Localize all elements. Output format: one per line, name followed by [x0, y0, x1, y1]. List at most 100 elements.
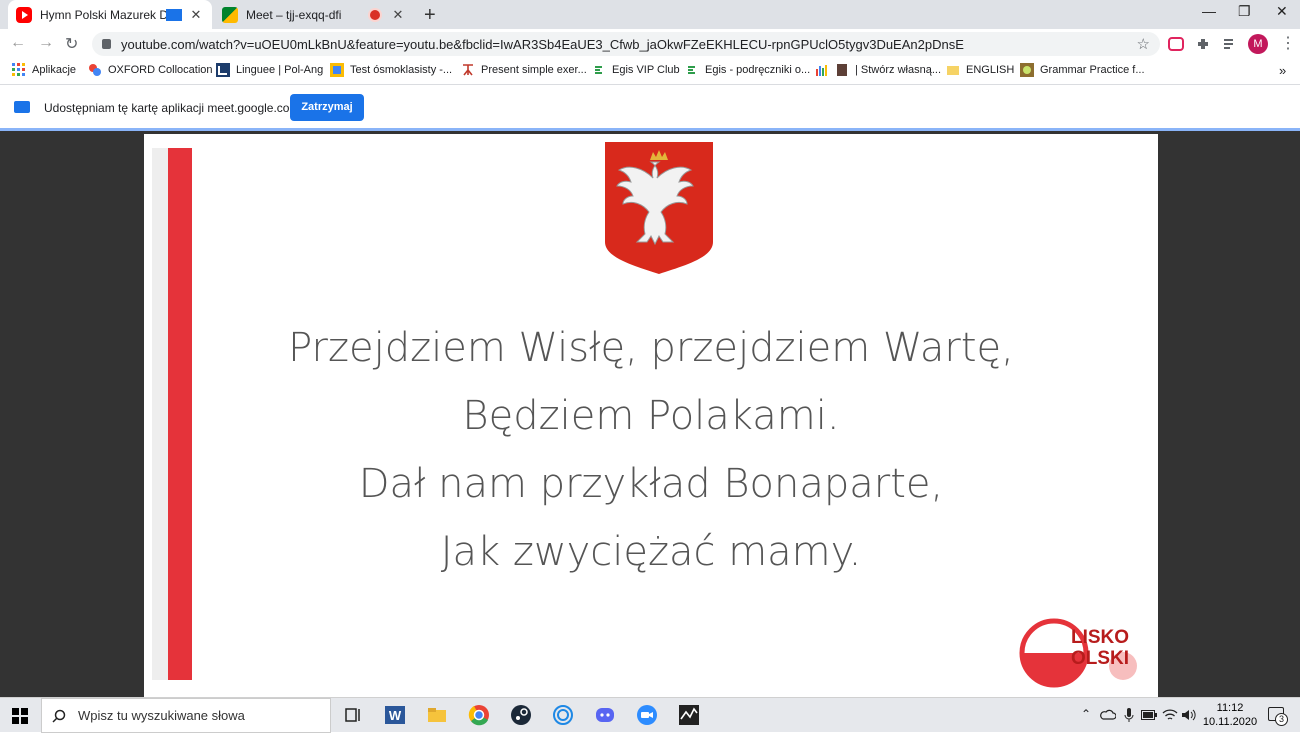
show-hidden-icons-icon[interactable]: ⌃ [1081, 707, 1091, 721]
file-explorer-icon[interactable] [426, 704, 448, 726]
forward-icon[interactable]: → [38, 34, 54, 52]
egis-icon [688, 66, 695, 74]
bookmark-egis-vip[interactable]: Egis VIP Club [592, 63, 680, 77]
minimize-button[interactable]: — [1202, 3, 1216, 19]
zoom-icon[interactable] [636, 704, 658, 726]
lyrics-text: Przejdziem Wisłę, przejdziem Wartę, Będz… [144, 314, 1158, 586]
bookmark-label: Present simple exer... [481, 64, 587, 76]
app-spiral-icon[interactable] [552, 704, 574, 726]
windows-taskbar: Wpisz tu wyszukiwane słowa W ⌃ 11:12 10.… [0, 697, 1300, 733]
stop-sharing-button[interactable]: Zatrzymaj [290, 94, 364, 121]
close-tab-icon[interactable]: ✕ [188, 7, 204, 23]
clock-date: 10.11.2020 [1202, 716, 1258, 728]
search-icon [52, 709, 66, 723]
polish-eagle-emblem-icon [605, 142, 713, 274]
egis-icon [595, 66, 602, 74]
bookmark-label: Aplikacje [32, 64, 77, 76]
notification-count-badge: 3 [1275, 713, 1288, 726]
chrome-icon[interactable] [468, 704, 490, 726]
lyrics-line: Dał nam przykład Bonaparte, [358, 461, 944, 507]
bookmark-star-icon[interactable]: ☆ [1137, 35, 1150, 53]
task-view-icon[interactable] [342, 704, 364, 726]
system-clock[interactable]: 11:12 10.11.2020 [1200, 701, 1260, 729]
back-icon[interactable]: ← [10, 34, 26, 52]
chart-icon [816, 65, 827, 76]
bookmark-linguee[interactable]: Linguee | Pol-Ang [216, 63, 323, 77]
lyrics-line: Jak zwyciężać mamy. [440, 529, 862, 575]
tab-title: Hymn Polski Mazurek Dąbro [40, 7, 166, 22]
bookmark-egis-podreczniki[interactable]: Egis - podręczniki o... [685, 63, 810, 77]
test-icon [330, 63, 344, 77]
taskbar-search-box[interactable]: Wpisz tu wyszukiwane słowa [41, 698, 331, 733]
lyrics-slide: Przejdziem Wisłę, przejdziem Wartę, Będz… [144, 134, 1158, 697]
browser-toolbar: ← → ↻ youtube.com/watch?v=uOEU0mLkBnU&fe… [0, 29, 1300, 59]
google-meet-icon [222, 6, 238, 23]
tab-youtube[interactable]: Hymn Polski Mazurek Dąbro ✕ [8, 0, 212, 29]
folder-icon [947, 66, 959, 75]
bookmarks-overflow-button[interactable]: » [1279, 63, 1286, 78]
video-area[interactable]: Przejdziem Wisłę, przejdziem Wartę, Będz… [0, 128, 1300, 697]
bookmark-test[interactable]: Test ósmoklasisty -... [330, 63, 452, 77]
onedrive-icon[interactable] [1100, 709, 1116, 721]
bookmark-english[interactable]: ENGLISH [946, 63, 1014, 77]
reload-icon[interactable]: ↻ [65, 34, 78, 54]
bookmark-grammar[interactable]: Grammar Practice f... [1020, 63, 1145, 77]
url-text: youtube.com/watch?v=uOEU0mLkBnU&feature=… [121, 36, 964, 52]
svg-text:W: W [389, 708, 402, 723]
wifi-icon[interactable] [1162, 708, 1178, 722]
volume-icon[interactable] [1181, 708, 1197, 722]
oxford-icon [89, 64, 101, 76]
battery-icon[interactable] [1141, 710, 1157, 720]
bookmark-label: Grammar Practice f... [1040, 64, 1145, 76]
clock-time: 11:12 [1216, 702, 1244, 714]
grammar-icon [1020, 63, 1034, 77]
bookmark-present-simple[interactable]: Present simple exer... [461, 63, 587, 77]
word-icon[interactable]: W [384, 704, 406, 726]
blisko-polski-logo: LISKO OLSKI [1019, 618, 1149, 688]
profile-avatar[interactable]: M [1248, 34, 1268, 54]
bookmarks-bar: Aplikacje OXFORD Collocation Linguee | P… [0, 59, 1300, 85]
bookmark-label: Test ósmoklasisty -... [350, 64, 453, 76]
logo-text-bottom: OLSKI [1071, 648, 1130, 669]
steam-icon[interactable] [510, 704, 532, 726]
tab-sharing-bar: Udostępniam tę kartę aplikacji meet.goog… [0, 86, 1300, 128]
discord-icon[interactable] [594, 704, 616, 726]
bookmark-label: Egis - podręczniki o... [705, 64, 811, 76]
bookmark-oxford[interactable]: OXFORD Collocation [88, 63, 213, 77]
lyrics-line: Przejdziem Wisłę, przejdziem Wartę, [288, 325, 1014, 371]
extensions-icon[interactable] [1195, 36, 1211, 52]
tab-meet[interactable]: Meet – tjj-exqq-dfi ✕ [214, 0, 414, 29]
document-icon [837, 64, 847, 76]
logo-text-top: LISKO [1071, 627, 1130, 648]
bookmark-label: OXFORD Collocation [108, 64, 213, 76]
address-bar[interactable]: youtube.com/watch?v=uOEU0mLkBnU&feature=… [92, 32, 1160, 56]
screen-share-icon [14, 101, 30, 113]
new-tab-button[interactable]: + [424, 4, 436, 27]
notification-center-icon[interactable]: 3 [1268, 707, 1288, 726]
close-window-button[interactable]: ✕ [1276, 3, 1288, 20]
present-simple-icon [463, 64, 473, 76]
search-placeholder: Wpisz tu wyszukiwane słowa [78, 708, 245, 723]
casting-icon [166, 8, 182, 21]
media-control-icon[interactable] [1222, 36, 1238, 52]
lyrics-line: Będziem Polakami. [462, 393, 840, 439]
tab-title: Meet – tjj-exqq-dfi [246, 7, 342, 22]
bookmark-apps[interactable]: Aplikacje [12, 63, 76, 77]
maximize-button[interactable]: ❐ [1238, 3, 1251, 20]
microphone-icon[interactable] [1124, 707, 1134, 723]
tab-strip: Hymn Polski Mazurek Dąbro ✕ Meet – tjj-e… [0, 0, 1300, 29]
pocket-icon[interactable] [1168, 36, 1184, 52]
menu-icon[interactable]: ⋮ [1280, 33, 1296, 53]
bookmark-label: | Stwórz własną... [855, 64, 941, 76]
apps-grid-icon [12, 63, 25, 76]
bookmark-label: ENGLISH [966, 64, 1015, 76]
stock-app-icon[interactable] [678, 704, 700, 726]
linguee-icon [216, 63, 230, 77]
bookmark-label: Egis VIP Club [612, 64, 680, 76]
windows-start-icon[interactable] [12, 708, 28, 724]
youtube-icon [16, 6, 32, 23]
lock-icon [102, 39, 111, 49]
close-tab-icon[interactable]: ✕ [390, 7, 406, 23]
bookmark-stworz[interactable]: | Stwórz własną... [815, 63, 941, 77]
sharing-message: Udostępniam tę kartę aplikacji meet.goog… [44, 101, 300, 115]
